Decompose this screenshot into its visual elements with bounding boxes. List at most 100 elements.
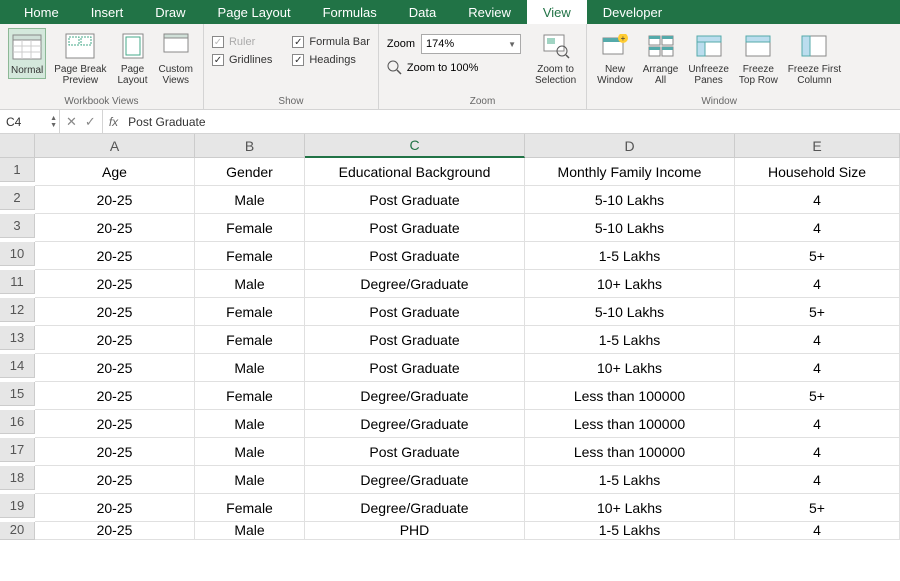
normal-view-button[interactable]: Normal (8, 28, 46, 79)
cell[interactable]: Female (195, 382, 305, 410)
cell[interactable]: Male (195, 410, 305, 438)
cell[interactable]: 20-25 (35, 438, 195, 466)
cell[interactable]: Female (195, 242, 305, 270)
cell[interactable]: 5+ (735, 494, 900, 522)
cell[interactable]: Post Graduate (305, 214, 525, 242)
cell[interactable]: 5-10 Lakhs (525, 186, 735, 214)
select-all-corner[interactable] (0, 134, 35, 158)
new-window-button[interactable]: + New Window (595, 28, 635, 88)
row-header[interactable]: 1 (0, 158, 35, 182)
row-header[interactable]: 16 (0, 410, 35, 434)
ruler-checkbox[interactable]: ✓Ruler (212, 36, 272, 48)
row-header[interactable]: 11 (0, 270, 35, 294)
cell[interactable]: 20-25 (35, 214, 195, 242)
cell[interactable]: 5+ (735, 382, 900, 410)
cell[interactable]: 5-10 Lakhs (525, 298, 735, 326)
tab-insert[interactable]: Insert (75, 0, 140, 24)
cell[interactable]: Age (35, 158, 195, 186)
col-header-B[interactable]: B (195, 134, 305, 158)
cell[interactable]: 20-25 (35, 522, 195, 540)
stepper-icon[interactable]: ▲▼ (50, 115, 57, 129)
cell[interactable]: 20-25 (35, 410, 195, 438)
arrange-all-button[interactable]: Arrange All (641, 28, 681, 88)
cell[interactable]: 5+ (735, 242, 900, 270)
name-box[interactable]: C4 ▲▼ (0, 110, 60, 133)
tab-formulas[interactable]: Formulas (307, 0, 393, 24)
cell[interactable]: 4 (735, 186, 900, 214)
cell[interactable]: 20-25 (35, 494, 195, 522)
cell[interactable]: 4 (735, 466, 900, 494)
cell[interactable]: Male (195, 186, 305, 214)
zoom-input[interactable]: 174%▼ (421, 34, 521, 54)
freeze-first-col-button[interactable]: Freeze First Column (786, 28, 843, 88)
tab-view[interactable]: View (527, 0, 587, 24)
col-header-D[interactable]: D (525, 134, 735, 158)
cell[interactable]: Male (195, 466, 305, 494)
cell[interactable]: 20-25 (35, 326, 195, 354)
cell[interactable]: 4 (735, 522, 900, 540)
cell[interactable]: 5-10 Lakhs (525, 214, 735, 242)
fx-label[interactable]: fx (103, 115, 124, 129)
row-header[interactable]: 10 (0, 242, 35, 266)
cell[interactable]: Post Graduate (305, 242, 525, 270)
cell[interactable]: Degree/Graduate (305, 494, 525, 522)
row-header[interactable]: 18 (0, 466, 35, 490)
cell[interactable]: 4 (735, 438, 900, 466)
page-layout-button[interactable]: Page Layout (115, 28, 151, 88)
cell[interactable]: 4 (735, 270, 900, 298)
cell[interactable]: Degree/Graduate (305, 410, 525, 438)
cell[interactable]: Household Size (735, 158, 900, 186)
cell[interactable]: Post Graduate (305, 186, 525, 214)
cell[interactable]: Less than 100000 (525, 410, 735, 438)
row-header[interactable]: 20 (0, 522, 35, 540)
cell[interactable]: 20-25 (35, 186, 195, 214)
cell[interactable]: Post Graduate (305, 438, 525, 466)
cell[interactable]: 20-25 (35, 298, 195, 326)
row-header[interactable]: 13 (0, 326, 35, 350)
row-header[interactable]: 14 (0, 354, 35, 378)
cell[interactable]: 20-25 (35, 242, 195, 270)
custom-views-button[interactable]: Custom Views (157, 28, 195, 88)
cell[interactable]: 20-25 (35, 270, 195, 298)
formula-bar-checkbox[interactable]: ✓Formula Bar (292, 36, 370, 48)
row-header[interactable]: 15 (0, 382, 35, 406)
cell[interactable]: Degree/Graduate (305, 270, 525, 298)
tab-draw[interactable]: Draw (139, 0, 201, 24)
tab-developer[interactable]: Developer (587, 0, 678, 24)
gridlines-checkbox[interactable]: ✓Gridlines (212, 54, 272, 66)
spreadsheet-grid[interactable]: ABCDE1AgeGenderEducational BackgroundMon… (0, 134, 900, 540)
cell[interactable]: 4 (735, 354, 900, 382)
cell[interactable]: Post Graduate (305, 354, 525, 382)
cell[interactable]: Female (195, 214, 305, 242)
zoom-100-button[interactable]: Zoom to 100% (387, 60, 521, 76)
cell[interactable]: Post Graduate (305, 298, 525, 326)
cell[interactable]: Degree/Graduate (305, 466, 525, 494)
cell[interactable]: 10+ Lakhs (525, 270, 735, 298)
cell[interactable]: 20-25 (35, 382, 195, 410)
cell[interactable]: Less than 100000 (525, 382, 735, 410)
tab-home[interactable]: Home (8, 0, 75, 24)
page-break-preview-button[interactable]: Page Break Preview (52, 28, 108, 88)
cell[interactable]: 10+ Lakhs (525, 354, 735, 382)
tab-data[interactable]: Data (393, 0, 452, 24)
cell[interactable]: 1-5 Lakhs (525, 242, 735, 270)
cell[interactable]: Post Graduate (305, 326, 525, 354)
cell[interactable]: Gender (195, 158, 305, 186)
zoom-to-selection-button[interactable]: Zoom to Selection (533, 28, 578, 88)
cell[interactable]: 4 (735, 410, 900, 438)
cell[interactable]: Female (195, 298, 305, 326)
cell[interactable]: 4 (735, 214, 900, 242)
cell[interactable]: Male (195, 354, 305, 382)
cell[interactable]: 10+ Lakhs (525, 494, 735, 522)
cell[interactable]: Female (195, 494, 305, 522)
tab-review[interactable]: Review (452, 0, 527, 24)
col-header-E[interactable]: E (735, 134, 900, 158)
cell[interactable]: Monthly Family Income (525, 158, 735, 186)
cell[interactable]: 20-25 (35, 354, 195, 382)
cell[interactable]: PHD (305, 522, 525, 540)
cell[interactable]: 1-5 Lakhs (525, 522, 735, 540)
row-header[interactable]: 2 (0, 186, 35, 210)
cell[interactable]: 1-5 Lakhs (525, 326, 735, 354)
cell[interactable]: Degree/Graduate (305, 382, 525, 410)
tab-page-layout[interactable]: Page Layout (202, 0, 307, 24)
